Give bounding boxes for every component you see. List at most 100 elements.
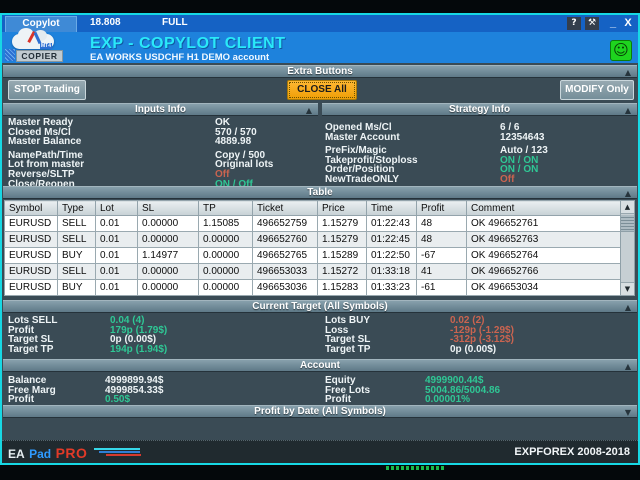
collapse-icon[interactable]: ▲: [625, 105, 631, 116]
col-header: Comment: [466, 200, 621, 216]
account-left-list: Balance 4999899.94$ Free Marg 4999854.33$ …: [8, 376, 318, 405]
chart-text-artifact: [386, 466, 444, 470]
table-row: EURUSD SELL 0.01 0.00000 1.15085 496652759 1.1…: [4, 215, 621, 232]
strategy-info-list: Opened Ms/Cl 6 / 6 Master Account 12354643…: [325, 118, 633, 185]
info-label: Master Balance: [8, 136, 82, 148]
stat-value: 194p (1.94$): [110, 343, 168, 355]
table-row: EURUSD SELL 0.01 0.00000 0.00000 496652760 1.1…: [4, 231, 621, 248]
stat-row: Target TP 194p (1.94$): [8, 343, 318, 355]
smiley-icon[interactable]: ☺: [610, 40, 632, 61]
scrollbar-thumb[interactable]: [621, 215, 634, 232]
close-icon[interactable]: X: [621, 16, 635, 30]
info-label: NewTradeONLY: [325, 173, 400, 185]
col-header: TP: [198, 200, 253, 216]
stat-label: Target TP: [325, 343, 371, 355]
eapad-logo: EA Pad PRO: [8, 445, 87, 463]
info-row: Master Balance 4889.98: [8, 137, 318, 147]
target-right-list: Lots BUY 0.02 (2) Loss -129p (-1.29$) Targ…: [325, 316, 633, 355]
col-header: Ticket: [252, 200, 318, 216]
stat-row: Profit 179p (1.79$): [8, 325, 318, 336]
section-title: Account: [300, 360, 340, 371]
col-header: Price: [317, 200, 367, 216]
stop-trading-button[interactable]: STOP Trading: [8, 80, 86, 100]
collapse-icon[interactable]: ▲: [625, 188, 631, 199]
section-title: Strategy Info: [448, 104, 511, 115]
stat-label: Target TP: [8, 343, 54, 355]
col-header: Type: [57, 200, 96, 216]
table-row: EURUSD BUY 0.01 1.14977 0.00000 496652765 1.15…: [4, 247, 621, 264]
scroll-down-icon[interactable]: ▼: [621, 282, 634, 295]
mt4-badge: MT4: [40, 43, 52, 49]
modify-only-button[interactable]: MODIFY Only: [560, 80, 634, 100]
stat-value: 0.50$: [105, 394, 131, 406]
section-header-current-target[interactable]: Current Target (All Symbols) ▲: [3, 300, 637, 313]
stat-row: Target TP 0p (0.00$): [325, 343, 633, 355]
copier-logo: MT4 COPIER: [5, 28, 63, 62]
collapse-icon[interactable]: ▲: [306, 105, 312, 116]
tools-icon[interactable]: ⚒: [585, 17, 599, 30]
section-header-strategy-info[interactable]: Strategy Info ▲: [322, 103, 637, 116]
license-label: FULL: [162, 17, 188, 28]
info-value: Off: [500, 173, 515, 185]
minimize-icon[interactable]: _: [606, 16, 620, 30]
col-header: Profit: [416, 200, 467, 216]
version-label: 18.808: [90, 17, 121, 28]
info-row: Master Account 12354643: [325, 131, 633, 143]
info-value: 4889.98: [215, 136, 252, 148]
stat-value: 0p (0.00$): [450, 343, 497, 355]
page-subtitle: EA WORKS USDCHF H1 DEMO account: [90, 52, 270, 63]
table-header-row: Symbol Type Lot SL TP Ticket Price Time …: [4, 200, 621, 216]
collapse-icon[interactable]: ▼: [625, 407, 631, 418]
section-title: Table: [307, 187, 333, 198]
section-title: Profit by Date (All Symbols): [254, 406, 386, 417]
section-header-profit-by-date[interactable]: Profit by Date (All Symbols) ▼: [3, 405, 637, 418]
table-scrollbar[interactable]: ▲ ▼: [620, 200, 635, 296]
close-all-button[interactable]: CLOSE All: [287, 80, 357, 100]
flag-icon: [5, 49, 15, 61]
table-row: EURUSD SELL 0.01 0.00000 0.00000 496653033 1.1…: [4, 263, 621, 280]
brand-pad: Pad: [29, 447, 52, 461]
brand-pro: PRO: [55, 445, 88, 461]
info-label: Master Account: [325, 131, 400, 143]
panel-titlebar: Copylot 18.808 FULL ? ⚒ _ X: [2, 15, 638, 32]
stat-value: 0.00001%: [425, 394, 471, 406]
mt4-screen: Copylot 18.808 FULL ? ⚒ _ X MT4 COPIER E…: [0, 0, 640, 480]
copyright-label: EXPFOREX 2008-2018: [514, 446, 630, 458]
page-title: EXP - COPYLOT CLIENT: [90, 35, 286, 52]
orders-table: Symbol Type Lot SL TP Ticket Price Time …: [4, 200, 621, 296]
collapse-icon[interactable]: ▲: [625, 361, 631, 372]
col-header: Lot: [95, 200, 138, 216]
stat-row: Free Marg 4999854.33$: [8, 385, 318, 396]
info-row: NewTradeONLY Off: [325, 173, 633, 185]
logo-line-cyan: [94, 448, 140, 450]
panel-header: MT4 COPIER EXP - COPYLOT CLIENT EA WORKS…: [2, 28, 638, 63]
logo-line-red: [106, 454, 141, 456]
footer-bar: EA Pad PRO EXPFOREX 2008-2018: [2, 440, 638, 463]
section-header-table[interactable]: Table ▲: [3, 186, 637, 199]
table-row: EURUSD BUY 0.01 0.00000 0.00000 496653036 1.15…: [4, 279, 621, 296]
brand-ea: EA: [8, 447, 25, 461]
cloud-icon: MT4: [12, 28, 54, 49]
section-header-account[interactable]: Account ▲: [3, 359, 637, 372]
collapse-icon[interactable]: ▲: [625, 302, 631, 313]
stat-label: Profit: [325, 394, 352, 406]
scroll-up-icon[interactable]: ▲: [621, 201, 634, 214]
col-header: Time: [366, 200, 417, 216]
section-title: Extra Buttons: [287, 66, 353, 77]
section-header-extra-buttons[interactable]: Extra Buttons ▲: [3, 65, 637, 78]
info-value: 12354643: [500, 131, 545, 143]
stat-row: Profit 0.50$: [8, 395, 318, 405]
copier-label: COPIER: [16, 50, 63, 62]
account-right-list: Equity 4999900.44$ Free Lots 5004.86/5004.…: [325, 376, 633, 405]
col-header: Symbol: [4, 200, 58, 216]
stat-label: Profit: [8, 394, 35, 406]
help-icon[interactable]: ?: [567, 17, 581, 30]
target-left-list: Lots SELL 0.04 (4) Profit 179p (1.79$) Tar…: [8, 316, 318, 355]
section-header-inputs-info[interactable]: Inputs Info ▲: [3, 103, 318, 116]
stat-row: Free Lots 5004.86/5004.86: [325, 385, 633, 396]
section-title: Current Target (All Symbols): [252, 301, 388, 312]
inputs-info-list: Master Ready OK Closed Ms/Cl 570 / 570 Mas…: [8, 118, 318, 190]
collapse-icon[interactable]: ▲: [625, 67, 631, 78]
logo-line-blue: [99, 451, 140, 453]
col-header: SL: [137, 200, 199, 216]
